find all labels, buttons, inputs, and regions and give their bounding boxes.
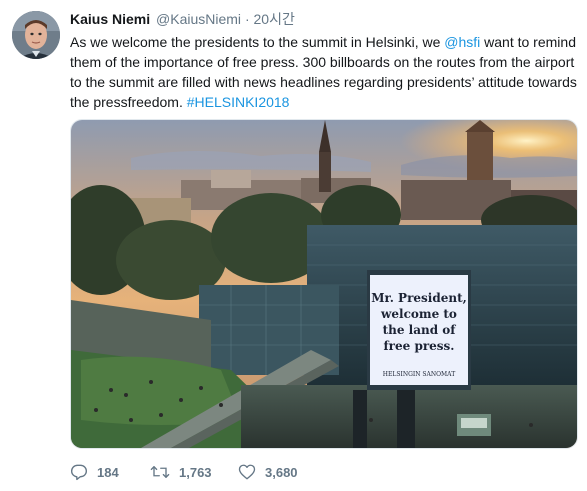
billboard-line-3: the land of <box>383 323 457 337</box>
timestamp[interactable]: 20시간 <box>254 11 295 27</box>
like-count: 3,680 <box>265 464 298 480</box>
billboard-line-2: welcome to <box>380 307 457 321</box>
avatar[interactable] <box>12 11 60 59</box>
reply-icon <box>70 463 88 481</box>
tweet-content: Kaius Niemi @KaiusNiemi · 20시간 As we wel… <box>70 10 580 112</box>
mention-link[interactable]: @hsfi <box>444 34 480 50</box>
billboard-line-4: free press. <box>384 339 455 353</box>
retweet-count: 1,763 <box>179 464 212 480</box>
author-name[interactable]: Kaius Niemi <box>70 11 150 27</box>
retweet-button[interactable]: 1,763 <box>150 463 238 481</box>
retweet-icon <box>150 463 170 481</box>
like-button[interactable]: 3,680 <box>238 463 318 481</box>
reply-count: 184 <box>97 464 119 480</box>
author-handle[interactable]: @KaiusNiemi <box>156 11 241 27</box>
hashtag-link[interactable]: #HELSINKI2018 <box>187 94 290 110</box>
reply-button[interactable]: 184 <box>70 463 150 481</box>
tweet-text: As we welcome the presidents to the summ… <box>70 32 578 112</box>
tweet-actions: 184 1,763 3,680 <box>70 461 318 483</box>
tweet-text-part1: As we welcome the presidents to the summ… <box>70 34 445 50</box>
tweet-header: Kaius Niemi @KaiusNiemi · 20시간 <box>70 10 580 30</box>
tweet-photo[interactable]: Mr. President, welcome to the land of fr… <box>70 119 578 449</box>
billboard-brand: HELSINGIN SANOMAT <box>383 371 455 378</box>
heart-icon <box>238 463 256 481</box>
billboard-line-1: Mr. President, <box>371 291 467 305</box>
tweet: Kaius Niemi @KaiusNiemi · 20시간 As we wel… <box>0 0 587 491</box>
separator-dot: · <box>244 11 250 27</box>
